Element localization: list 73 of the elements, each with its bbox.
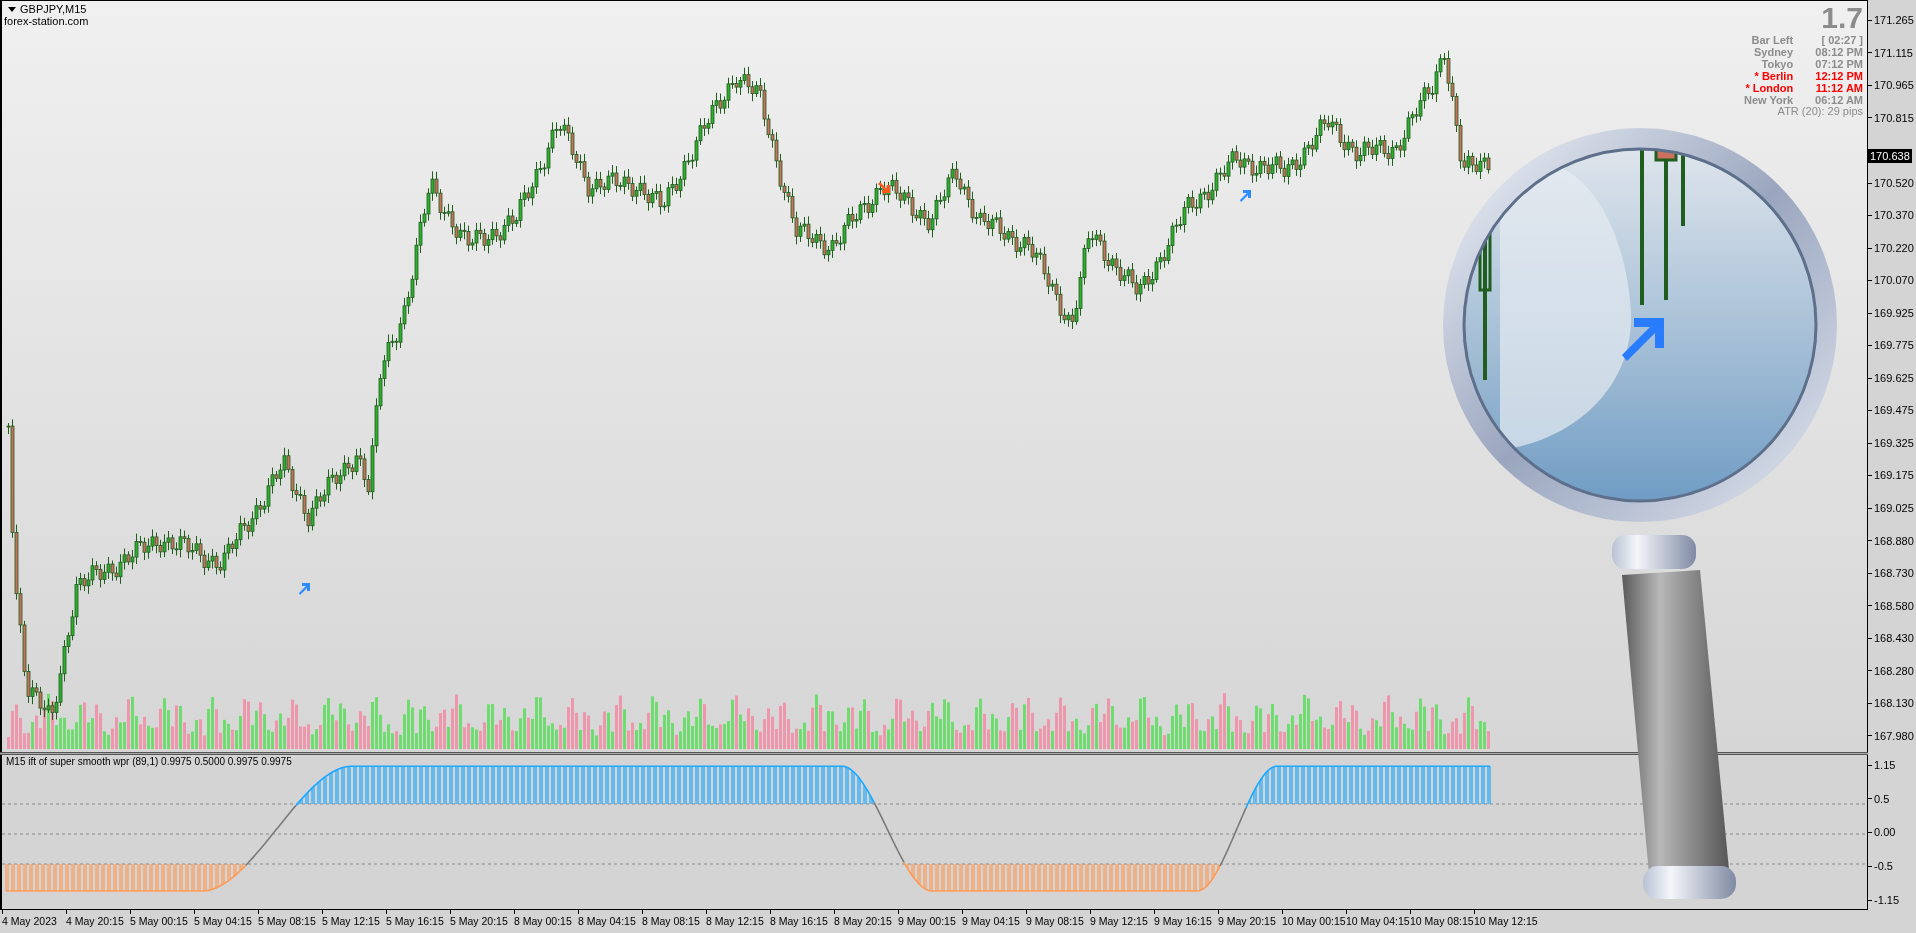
time-tick-label: 5 May 12:15: [322, 914, 381, 928]
price-tick-label: 168.580: [1874, 598, 1914, 614]
price-tick-label: 170.965: [1874, 78, 1914, 94]
dropdown-icon[interactable]: [8, 6, 16, 12]
price-tick-label: 168.130: [1874, 696, 1914, 712]
price-tick-label: 169.775: [1874, 338, 1914, 354]
time-tick-label: 8 May 08:15: [642, 914, 701, 928]
price-tick-label: 168.280: [1874, 663, 1914, 679]
time-tick-label: 9 May 20:15: [1218, 914, 1277, 928]
time-tick-label: 9 May 00:15: [898, 914, 957, 928]
time-tick-label: 9 May 16:15: [1154, 914, 1213, 928]
price-tick-label: 168.880: [1874, 533, 1914, 549]
source-label: forex-station.com: [4, 15, 89, 27]
price-tick-label: 169.475: [1874, 403, 1914, 419]
up-arrow-icon: [1240, 190, 1251, 202]
session-time: 06:12 AM: [1815, 94, 1863, 106]
session-time: [ 02:27 ]: [1820, 34, 1863, 46]
price-tick-label: 169.175: [1874, 468, 1914, 484]
session-label: * Berlin: [1753, 70, 1794, 82]
price-tick-label: 171.265: [1874, 13, 1914, 28]
price-tick-label: 170.520: [1874, 175, 1914, 191]
time-tick-label: 8 May 04:15: [578, 914, 637, 928]
time-tick-label: 9 May 04:15: [962, 914, 1021, 928]
current-price-label: 170.638: [1868, 149, 1912, 164]
time-tick-label: 4 May 20:15: [66, 914, 125, 928]
session-label: Bar Left: [1750, 34, 1794, 46]
price-tick-label: 170.070: [1874, 273, 1914, 289]
time-tick-label: 8 May 16:15: [770, 914, 829, 928]
session-label: Sydney: [1752, 46, 1794, 58]
atr-label: ATR (20): 29 pips: [1777, 106, 1863, 117]
session-time: 08:12 PM: [1815, 46, 1863, 58]
price-tick-label: 169.325: [1874, 435, 1914, 451]
session-label: New York: [1744, 94, 1794, 106]
indicator-tick-label: 0.00: [1874, 825, 1896, 841]
time-tick-label: 10 May 08:15: [1410, 914, 1474, 928]
time-tick-label: 8 May 12:15: [706, 914, 765, 928]
time-tick-label: 5 May 20:15: [450, 914, 509, 928]
price-tick-label: 170.220: [1874, 240, 1914, 256]
indicator-tick-label: -1.15: [1874, 892, 1900, 908]
price-tick-label: 167.980: [1874, 728, 1914, 744]
indicator-tick-label: 0.5: [1874, 791, 1890, 807]
symbol-label: GBPJPY,M15: [20, 3, 87, 15]
time-tick-label: 10 May 04:15: [1346, 914, 1410, 928]
price-tick-label: 169.025: [1874, 501, 1914, 516]
time-tick-label: 5 May 00:15: [130, 914, 189, 928]
time-tick-label: 5 May 04:15: [194, 914, 253, 928]
session-label: * London: [1744, 82, 1794, 94]
indicator-tick-label: 1.15: [1874, 757, 1896, 773]
price-tick-label: 170.370: [1874, 208, 1914, 224]
time-tick-label: 10 May 00:15: [1282, 914, 1346, 928]
price-tick-label: 171.115: [1874, 45, 1913, 61]
session-time: 07:12 PM: [1815, 58, 1863, 70]
time-tick-label: 9 May 08:15: [1026, 914, 1085, 928]
up-arrow-icon: [299, 583, 310, 595]
time-tick-label: 9 May 12:15: [1090, 914, 1149, 928]
time-tick-label: 5 May 08:15: [258, 914, 317, 928]
session-label: Tokyo: [1760, 58, 1794, 70]
indicator-tick-label: -0.5: [1874, 859, 1893, 874]
session-time: 12:12 PM: [1815, 70, 1863, 82]
down-arrow-icon: [878, 182, 890, 193]
time-tick-label: 10 May 12:15: [1474, 914, 1538, 928]
time-tick-label: 5 May 16:15: [386, 914, 445, 928]
price-tick-label: 168.730: [1874, 566, 1914, 582]
time-tick-label: 8 May 20:15: [834, 914, 893, 928]
time-tick-label: 4 May 2023: [2, 914, 58, 928]
price-tick-label: 169.625: [1874, 370, 1914, 386]
price-tick-label: 168.430: [1874, 631, 1914, 647]
price-tick-label: 169.925: [1874, 305, 1914, 321]
spread-value: 1.7: [1821, 3, 1863, 33]
indicator-label: M15 ift of super smooth wpr (89,1) 0.9975 0.5000 0.9975 0.9975: [6, 756, 292, 767]
price-tick-label: 170.815: [1874, 110, 1914, 126]
time-tick-label: 8 May 00:15: [514, 914, 573, 928]
session-time: 11:12 AM: [1815, 82, 1863, 94]
